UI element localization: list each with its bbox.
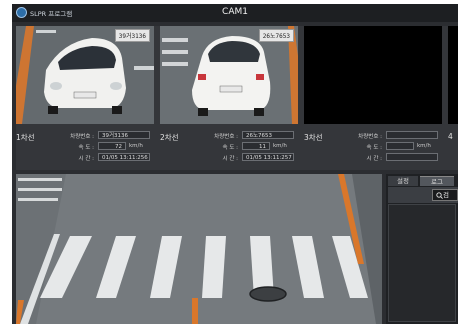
- search-button-label: 검: [443, 191, 449, 199]
- window-title: CAM1: [222, 7, 248, 17]
- lane-2-plate-field: 26노7653: [242, 131, 294, 139]
- lane-1-speed-label: 속 도 :: [78, 145, 94, 151]
- lane-1-plate-overlay: 39거3136: [114, 29, 150, 42]
- side-panel: 설정 로그 검: [386, 174, 458, 324]
- lane-2-label: 2차선: [160, 133, 179, 142]
- lane-3-time-field: [386, 153, 438, 161]
- lane-2-time-field: 01/05 13:11:257: [242, 153, 294, 161]
- lane-3-plate-label: 차량번호 :: [358, 134, 382, 140]
- lane-2-speed-field: 11: [242, 142, 270, 150]
- tab-settings[interactable]: 설정: [388, 176, 418, 186]
- live-camera-view[interactable]: [16, 174, 382, 324]
- search-icon: [436, 191, 443, 199]
- lane-1-label: 1차선: [16, 133, 35, 142]
- lane-3-speed-label: 속 도 :: [366, 145, 382, 151]
- lane-2-speed-unit: km/h: [273, 143, 287, 149]
- lane-panel-2: 26노7653 2차선 차량번호 : 26노7653 속 도 : 11 km/h…: [160, 26, 302, 170]
- lane-3-label: 3차선: [304, 133, 323, 142]
- lane-3-speed-unit: km/h: [417, 143, 431, 149]
- lane-3-speed-field: [386, 142, 414, 150]
- titlebar: SLPR 프로그램 CAM1: [12, 4, 458, 22]
- lane-3-photo[interactable]: [304, 26, 442, 124]
- lane-panel-4: 4: [448, 26, 458, 170]
- tab-log[interactable]: 로그: [420, 176, 454, 186]
- lane-1-speed-unit: km/h: [129, 143, 143, 149]
- lane-1-plate-field: 39거3136: [98, 131, 150, 139]
- road-crosswalk-image: [16, 174, 382, 324]
- search-button[interactable]: 검: [432, 189, 458, 201]
- lane-1-plate-label: 차량번호 :: [70, 134, 94, 140]
- lane-2-photo[interactable]: 26노7653: [160, 26, 298, 124]
- side-toolbar: 검: [388, 187, 458, 203]
- lane-2-plate-overlay: 26노7653: [258, 29, 294, 42]
- lane-2-speed-label: 속 도 :: [222, 145, 238, 151]
- lane-3-plate-field: [386, 131, 438, 139]
- lane-2-plate-label: 차량번호 :: [214, 134, 238, 140]
- lane-1-time-field: 01/05 13:11:256: [98, 153, 150, 161]
- lane-4-photo[interactable]: [448, 26, 458, 124]
- lane-panel-1: 39거3136 1차선 차량번호 : 39거3136 속 도 : 72 km/h…: [16, 26, 158, 170]
- lane-1-photo[interactable]: 39거3136: [16, 26, 154, 124]
- log-list[interactable]: [388, 204, 456, 322]
- lane-2-time-label: 시 간 :: [222, 156, 238, 162]
- lane-panel-3: 3차선 차량번호 : 속 도 : km/h 시 간 :: [304, 26, 446, 170]
- lane-1-speed-field: 72: [98, 142, 126, 150]
- lane-3-time-label: 시 간 :: [366, 156, 382, 162]
- app-window: SLPR 프로그램 CAM1 39거3136 1차선 차량번호: 39거313…: [12, 4, 458, 324]
- lane-panels: 39거3136 1차선 차량번호 : 39거3136 속 도 : 72 km/h…: [16, 26, 458, 170]
- lane-1-time-label: 시 간 :: [78, 156, 94, 162]
- lane-4-label: 4: [448, 132, 453, 141]
